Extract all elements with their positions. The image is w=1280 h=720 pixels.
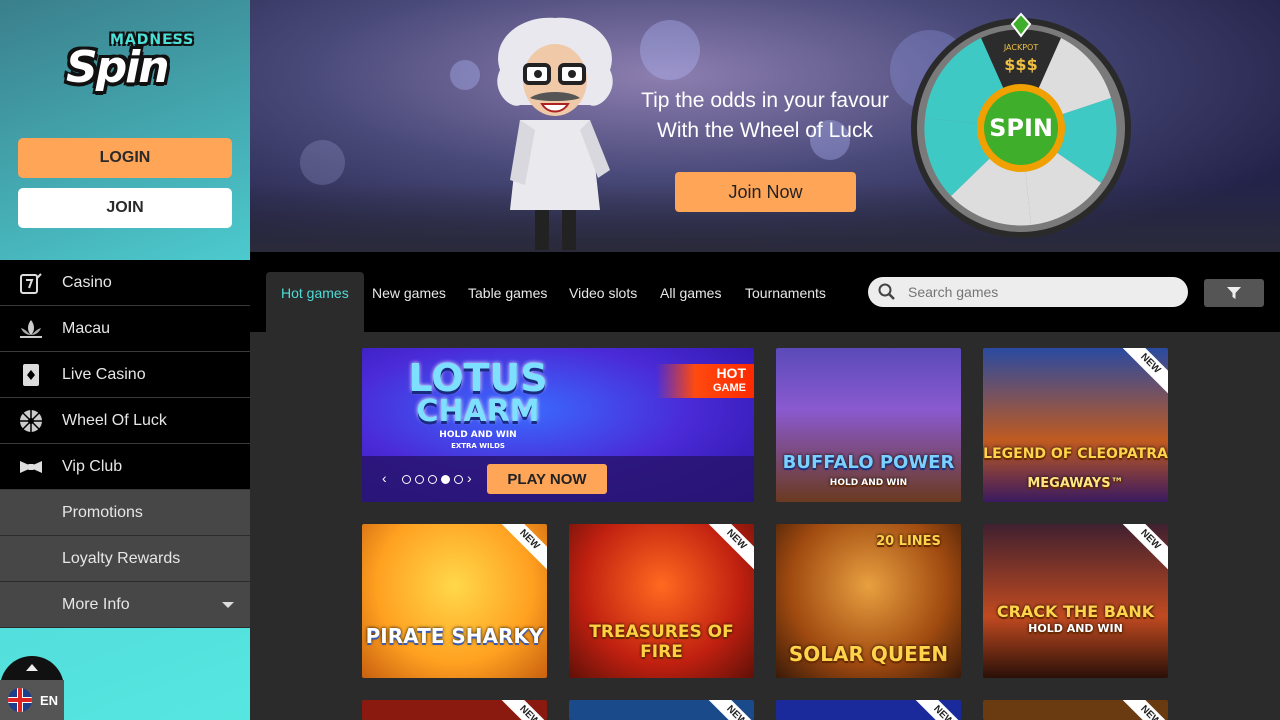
uk-flag-icon <box>8 688 32 712</box>
login-button[interactable]: LOGIN <box>18 138 232 178</box>
join-button[interactable]: JOIN <box>18 188 232 228</box>
wheel-center-label: SPIN <box>989 114 1053 142</box>
carousel-dot[interactable] <box>454 475 463 484</box>
filter-icon <box>1227 287 1241 299</box>
game-title: CRACK THE BANK <box>996 602 1155 621</box>
banner-headline: Tip the odds in your favour With the Whe… <box>620 86 910 146</box>
sidebar-item-label: More Info <box>62 595 130 613</box>
wheel-icon <box>0 408 62 434</box>
game-title: PIRATE SHARKY <box>365 624 544 648</box>
game-subtitle: HOLD AND WIN <box>1028 622 1123 635</box>
banner-line-2: With the Wheel of Luck <box>657 119 873 142</box>
tab-new-games[interactable]: New games <box>372 272 446 332</box>
sidebar-item-label: Live Casino <box>62 365 146 383</box>
game-tile[interactable]: NEW CRACK THE BANK HOLD AND WIN <box>983 524 1168 678</box>
game-subtitle: MEGAWAYS™ <box>1027 476 1124 491</box>
sidebar-item-wheel-of-luck[interactable]: Wheel Of Luck <box>0 398 250 444</box>
sidebar-item-promotions[interactable]: Promotions <box>0 490 250 536</box>
game-tile[interactable]: NEW <box>776 700 961 720</box>
carousel-dot[interactable] <box>428 475 437 484</box>
logo-main-text: Spin <box>66 42 170 93</box>
sidebar-item-live-casino[interactable]: Live Casino <box>0 352 250 398</box>
sidebar-nav: Casino Macau Live Casino Wheel Of Luck V… <box>0 260 250 628</box>
sidebar-item-macau[interactable]: Macau <box>0 306 250 352</box>
featured-game-tile[interactable]: HOT GAME LOTUS CHARM HOLD AND WIN EXTRA … <box>362 348 754 502</box>
sidebar-item-loyalty-rewards[interactable]: Loyalty Rewards <box>0 536 250 582</box>
sidebar-item-label: Loyalty Rewards <box>62 549 181 567</box>
game-tile[interactable]: NEW PIRATE SHARKY <box>362 524 547 678</box>
carousel-dot-active[interactable] <box>441 475 450 484</box>
game-title: LEGEND OF CLEOPATRA <box>983 446 1168 462</box>
game-tile[interactable]: NEW <box>362 700 547 720</box>
tab-all-games[interactable]: All games <box>660 272 721 332</box>
filter-button[interactable] <box>1204 279 1264 307</box>
slot-machine-icon <box>0 270 62 296</box>
sidebar-item-label: Wheel Of Luck <box>62 411 167 429</box>
sidebar-item-more-info[interactable]: More Info <box>0 582 250 628</box>
featured-subtitle: HOLD AND WIN <box>439 430 517 440</box>
language-code: EN <box>40 692 59 708</box>
new-ribbon: NEW <box>1116 524 1168 574</box>
brand-logo[interactable]: MADNESS Spin <box>60 28 193 106</box>
join-now-button[interactable]: Join Now <box>675 172 856 212</box>
new-ribbon: NEW <box>702 700 754 720</box>
new-ribbon: NEW <box>702 524 754 574</box>
game-tile[interactable]: NEW LEGEND OF CLEOPATRA MEGAWAYS™ <box>983 348 1168 502</box>
carousel-dot[interactable] <box>415 475 424 484</box>
language-selector[interactable]: EN <box>0 680 64 720</box>
sidebar-item-casino[interactable]: Casino <box>0 260 250 306</box>
new-ribbon: NEW <box>1116 348 1168 398</box>
game-tile[interactable]: NEW <box>569 700 754 720</box>
new-ribbon: NEW <box>495 524 547 574</box>
game-subtitle: HOLD AND WIN <box>829 478 908 488</box>
wheel-of-luck-image: SPIN JACKPOT $$$ <box>911 12 1131 238</box>
tab-table-games[interactable]: Table games <box>468 272 547 332</box>
tab-video-slots[interactable]: Video slots <box>569 272 637 332</box>
game-title: TREASURES OF FIRE <box>589 622 734 662</box>
search-input[interactable] <box>868 277 1188 307</box>
hero-banner: Tip the odds in your favour With the Whe… <box>250 0 1280 252</box>
play-now-button[interactable]: PLAY NOW <box>487 464 607 494</box>
featured-title-line-2: CHARM <box>416 394 540 429</box>
game-tile[interactable]: BUFFALO POWER HOLD AND WIN <box>776 348 961 502</box>
new-ribbon: NEW <box>495 700 547 720</box>
search-icon <box>878 283 895 300</box>
game-title: BUFFALO POWER <box>782 452 955 473</box>
carousel-prev-icon[interactable]: ‹ <box>382 470 387 486</box>
bowtie-icon <box>0 454 62 480</box>
game-tile[interactable]: NEW <box>983 700 1168 720</box>
tab-hot-games[interactable]: Hot games <box>266 272 364 332</box>
game-title: SOLAR QUEEN <box>788 642 949 666</box>
banner-line-1: Tip the odds in your favour <box>641 89 889 112</box>
sidebar-item-label: Vip Club <box>62 457 123 475</box>
lotus-icon <box>0 316 62 342</box>
game-subtitle: 20 LINES <box>876 534 941 549</box>
sidebar: MADNESS Spin LOGIN JOIN Casino Macau Liv… <box>0 0 250 720</box>
sidebar-item-label: Promotions <box>62 503 143 521</box>
new-ribbon: NEW <box>1116 700 1168 720</box>
featured-subtitle-2: EXTRA WILDS <box>451 442 505 450</box>
carousel-dots <box>402 475 463 484</box>
chevron-down-icon <box>222 602 234 608</box>
carousel-dot[interactable] <box>402 475 411 484</box>
game-tile[interactable]: 20 LINES SOLAR QUEEN <box>776 524 961 678</box>
sidebar-item-vip-club[interactable]: Vip Club <box>0 444 250 490</box>
wheel-segment-jackpot: JACKPOT <box>1003 43 1039 52</box>
carousel-next-icon[interactable]: › <box>467 470 472 486</box>
new-ribbon: NEW <box>909 700 961 720</box>
tab-tournaments[interactable]: Tournaments <box>745 272 826 332</box>
playing-card-icon <box>0 362 62 388</box>
sidebar-item-label: Macau <box>62 319 111 337</box>
carousel-controls: ‹ › PLAY NOW <box>362 456 754 502</box>
sidebar-item-label: Casino <box>62 273 112 291</box>
scientist-character-image <box>497 17 613 250</box>
game-tile[interactable]: NEW TREASURES OF FIRE <box>569 524 754 678</box>
wheel-jackpot-symbol: $$$ <box>1004 55 1037 74</box>
